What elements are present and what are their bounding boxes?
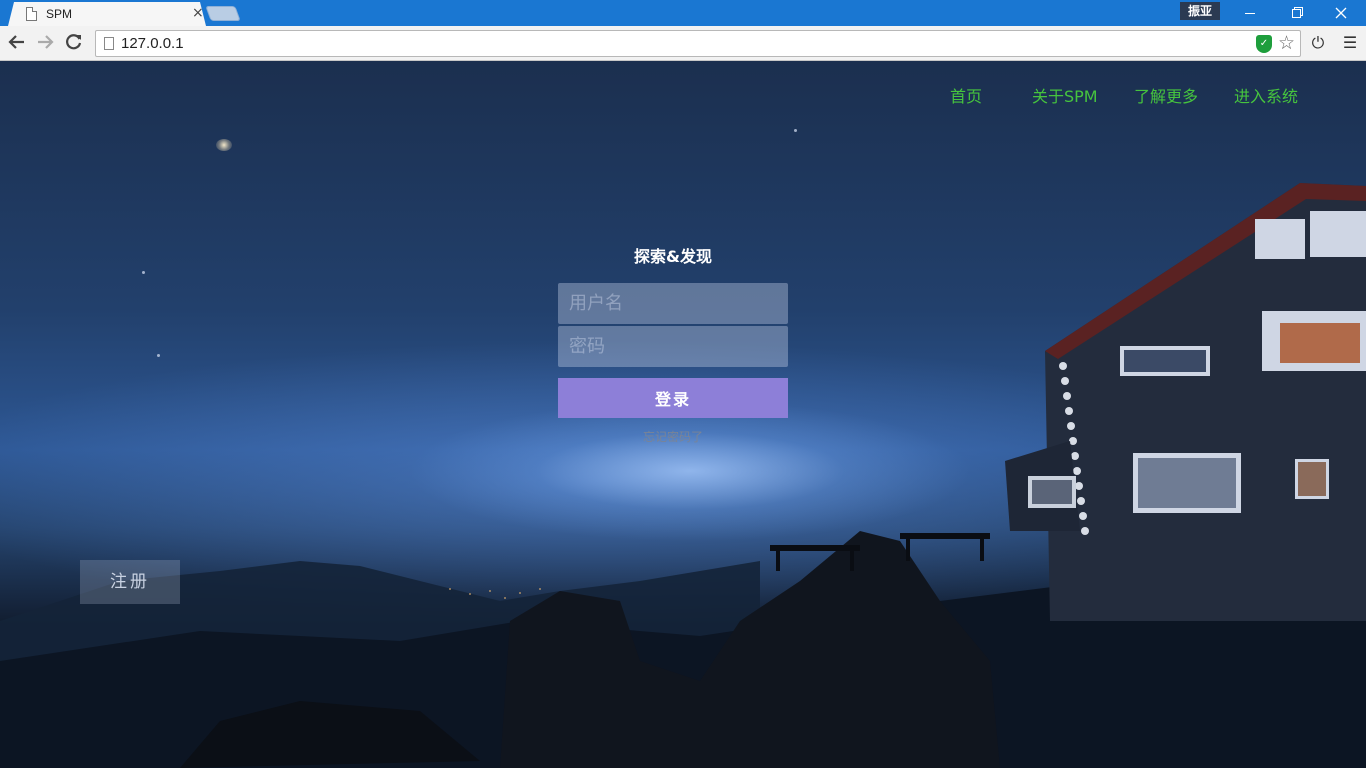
- browser-tab[interactable]: SPM ×: [8, 2, 206, 26]
- page-icon: [104, 37, 114, 50]
- page-icon: [26, 7, 37, 21]
- address-bar[interactable]: 127.0.0.1 ✓ ☆: [95, 30, 1301, 57]
- nav-link-learn-more[interactable]: 了解更多: [1134, 87, 1198, 107]
- forward-arrow-icon[interactable]: [35, 33, 55, 53]
- nav-link-home[interactable]: 首页: [950, 87, 982, 107]
- username-input[interactable]: [558, 283, 788, 324]
- login-title: 探索&发现: [634, 247, 712, 266]
- browser-titlebar: SPM × 振亚: [0, 0, 1366, 26]
- minimize-icon: [1245, 12, 1255, 14]
- back-arrow-icon[interactable]: [7, 33, 27, 53]
- page-background: 首页 关于SPM 了解更多 进入系统 探索&发现 登录 忘记密码了 注册: [0, 61, 1366, 768]
- nav-link-about[interactable]: 关于SPM: [1032, 87, 1098, 107]
- menu-icon[interactable]: ☰: [1341, 33, 1359, 53]
- maximize-button[interactable]: [1273, 0, 1319, 26]
- close-tab-icon[interactable]: ×: [192, 5, 204, 21]
- maximize-icon: [1291, 8, 1301, 18]
- reload-icon[interactable]: [64, 33, 84, 53]
- tab-title: SPM: [46, 7, 73, 21]
- power-icon[interactable]: ⏻: [1309, 33, 1327, 53]
- new-tab-button[interactable]: [205, 6, 241, 21]
- browser-toolbar: 127.0.0.1 ✓ ☆ ⏻ ☰: [0, 26, 1366, 61]
- register-button[interactable]: 注册: [80, 560, 180, 604]
- login-button[interactable]: 登录: [558, 378, 788, 418]
- minimize-button[interactable]: [1227, 0, 1273, 26]
- profile-badge[interactable]: 振亚: [1180, 2, 1220, 20]
- password-input[interactable]: [558, 326, 788, 367]
- url-text[interactable]: 127.0.0.1: [121, 35, 184, 52]
- nav-link-enter-system[interactable]: 进入系统: [1234, 87, 1298, 107]
- shield-icon[interactable]: ✓: [1256, 35, 1272, 53]
- top-navigation: 首页 关于SPM 了解更多 进入系统: [0, 87, 1366, 109]
- close-window-button[interactable]: [1318, 0, 1364, 26]
- forgot-password-link[interactable]: 忘记密码了: [558, 428, 788, 445]
- close-icon: [1335, 7, 1347, 19]
- bookmark-star-icon[interactable]: ☆: [1278, 33, 1295, 53]
